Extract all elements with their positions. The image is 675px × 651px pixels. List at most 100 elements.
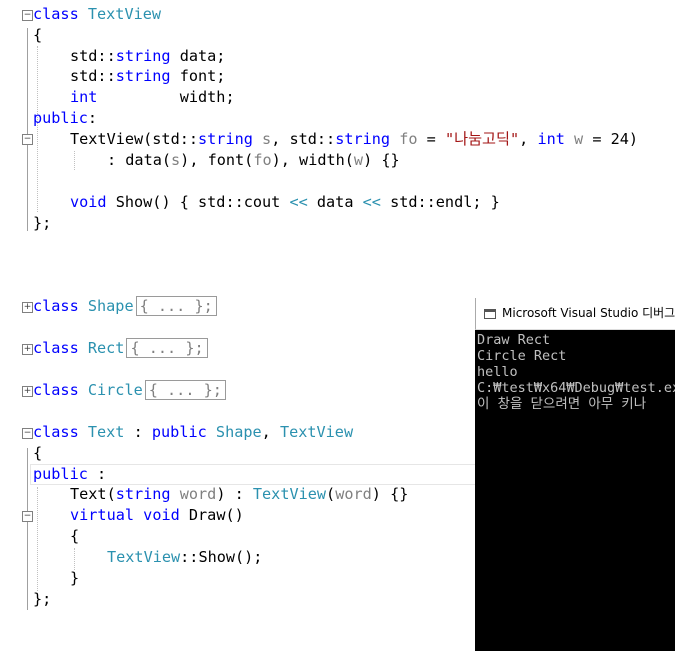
collapsed-region[interactable]: { ... }; (144, 380, 226, 400)
code-line: class Circle{ ... }; (33, 380, 226, 401)
keyword: class (33, 5, 79, 23)
code-line: TextView::Show(); (33, 547, 262, 568)
namespace: std:: (70, 67, 116, 85)
class-name: Shape (215, 423, 262, 441)
code-text: TextView(std:: (70, 130, 199, 148)
class-name: Circle (87, 381, 143, 399)
type: int (537, 130, 565, 148)
type: string (115, 47, 171, 65)
code-text: = (417, 130, 445, 148)
keyword: void (143, 506, 180, 524)
code-line: public : (33, 464, 106, 485)
console-titlebar[interactable]: Microsoft Visual Studio 디버그 (475, 298, 675, 330)
class-name: TextView (107, 548, 181, 566)
colon: : (87, 465, 107, 483)
code-line: { (33, 526, 79, 547)
code-line: void Show() { std::cout << data << std::… (33, 192, 500, 213)
class-name: Shape (87, 297, 134, 315)
type: string (115, 485, 171, 503)
code-line: std::string data; (33, 46, 225, 67)
member: width; (97, 88, 235, 106)
minus-box-icon[interactable]: − (22, 428, 33, 439)
debug-console-window[interactable]: Microsoft Visual Studio 디버그 Draw Rect Ci… (475, 298, 675, 651)
scope-guide-textview (27, 28, 28, 231)
type: string (198, 130, 253, 148)
keyword: class (33, 339, 79, 357)
console-output: Draw Rect Circle Rect hello C:₩test₩x64₩… (475, 330, 675, 412)
code-line: int width; (33, 87, 235, 108)
minus-box-icon[interactable]: − (22, 134, 33, 145)
code-line: virtual void Draw() (33, 505, 244, 526)
class-name: Rect (87, 339, 125, 357)
type: string (335, 130, 391, 148)
plus-box-icon[interactable]: + (22, 302, 33, 313)
console-title: Microsoft Visual Studio 디버그 (502, 306, 675, 320)
string-literal: "나눔고딕" (444, 130, 520, 148)
console-line: 이 창을 닫으려면 아무 키나 (477, 396, 647, 412)
console-line: hello (477, 364, 518, 380)
code-text: , (519, 130, 538, 148)
code-text: : (124, 423, 152, 441)
class-name: Text (87, 423, 125, 441)
code-text: Text( (70, 485, 116, 503)
code-line: TextView(std::string s, std::string fo =… (33, 129, 638, 150)
collapsed-region[interactable]: { ... }; (135, 296, 217, 316)
keyword: public (151, 423, 207, 441)
parameter: s (171, 151, 181, 169)
console-line: Draw Rect (477, 332, 551, 348)
brace: } (70, 569, 80, 587)
code-line: } (33, 568, 79, 589)
parameter: word (335, 485, 372, 503)
code-text: ) {} (363, 151, 400, 169)
code-text: Show() { std::cout (106, 193, 290, 211)
console-line: C:₩test₩x64₩Debug₩test.ex (477, 380, 675, 396)
code-text: , (261, 423, 280, 441)
parameter: word (170, 485, 217, 503)
brace: { (70, 527, 80, 545)
operator: << (362, 193, 381, 211)
code-line: }; (33, 213, 51, 234)
code-text: ), width( (271, 151, 354, 169)
keyword: class (33, 423, 79, 441)
code-line: }; (33, 589, 51, 610)
code-text: ::Show(); (180, 548, 263, 566)
type: int (70, 88, 98, 106)
member: data; (170, 47, 226, 65)
colon: : (87, 109, 98, 127)
console-window-icon (484, 309, 496, 319)
console-line: Circle Rect (477, 348, 567, 364)
minus-box-icon[interactable]: − (22, 511, 33, 522)
parameter: fo (253, 151, 272, 169)
parameter: w (564, 130, 584, 148)
operator: << (289, 193, 308, 211)
parameter: fo (390, 130, 418, 148)
access-specifier: public (33, 109, 88, 127)
class-name: TextView (279, 423, 354, 441)
code-line: class Text : public Shape, TextView (33, 422, 353, 443)
class-name: TextView (252, 485, 327, 503)
code-line: Text(string word) : TextView(word) {} (33, 484, 408, 505)
brace: { (33, 444, 43, 462)
code-line: class TextView (33, 4, 161, 25)
type: string (115, 67, 171, 85)
code-text: Draw() (179, 506, 244, 524)
plus-box-icon[interactable]: + (22, 386, 33, 397)
namespace: std:: (70, 47, 116, 65)
code-line: class Shape{ ... }; (33, 296, 217, 317)
parameter: w (353, 151, 364, 169)
collapsed-region[interactable]: { ... }; (126, 338, 208, 358)
code-text: ), font( (180, 151, 254, 169)
brace: { (33, 26, 43, 44)
brace: }; (33, 214, 52, 232)
plus-box-icon[interactable]: + (22, 344, 33, 355)
code-line: std::string font; (33, 66, 225, 87)
keyword: virtual (70, 506, 135, 524)
brace: }; (33, 590, 52, 608)
minus-box-icon[interactable]: − (22, 10, 33, 21)
keyword: class (33, 297, 79, 315)
code-text: , std:: (271, 130, 336, 148)
code-text: data (307, 193, 363, 211)
code-text: ) : (216, 485, 253, 503)
code-line: class Rect{ ... }; (33, 338, 208, 359)
keyword: void (70, 193, 107, 211)
